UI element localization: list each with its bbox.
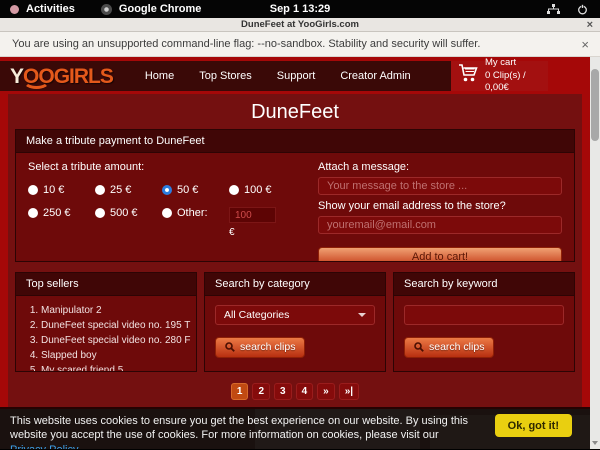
nav-item-support[interactable]: Support xyxy=(277,70,316,82)
top-seller-item[interactable]: My scared friend 5 xyxy=(41,363,196,372)
page-title: DuneFeet xyxy=(8,94,582,129)
radio-icon[interactable] xyxy=(28,208,38,218)
search-icon xyxy=(414,342,424,352)
logo-text-girls: GIRLS xyxy=(54,65,113,88)
top-seller-item[interactable]: DuneFeet special video no. 195 T xyxy=(41,318,196,333)
email-input[interactable] xyxy=(318,216,562,234)
amount-option-250[interactable]: 250 € xyxy=(28,207,95,238)
scrollbar[interactable] xyxy=(590,57,600,449)
cookie-text: This website uses cookies to ensure you … xyxy=(10,414,475,449)
email-label: Show your email address to the store? xyxy=(318,200,562,212)
page-button-1[interactable]: 1 xyxy=(231,383,249,400)
chevron-down-icon xyxy=(358,313,366,317)
message-label: Attach a message: xyxy=(318,161,562,173)
radio-icon[interactable] xyxy=(28,185,38,195)
page-button-4[interactable]: 4 xyxy=(296,383,314,400)
nav-item-home[interactable]: Home xyxy=(145,70,174,82)
logo-text-y: Y xyxy=(10,65,23,88)
window-title-bar: DuneFeet at YooGirls.com × xyxy=(0,18,600,32)
scrollbar-thumb[interactable] xyxy=(591,69,599,141)
amount-options: 10 € 25 € 50 € 100 € 250 € 500 € Other: … xyxy=(28,184,300,238)
header-spacer xyxy=(548,61,590,91)
page-button-last[interactable]: »| xyxy=(339,383,359,400)
amount-option-500[interactable]: 500 € xyxy=(95,207,162,238)
warning-text: You are using an unsupported command-lin… xyxy=(12,38,480,50)
radio-icon[interactable] xyxy=(95,208,105,218)
cart-icon xyxy=(458,64,479,88)
nav-item-top-stores[interactable]: Top Stores xyxy=(199,70,252,82)
category-select[interactable]: All Categories xyxy=(215,305,375,325)
radio-icon[interactable] xyxy=(95,185,105,195)
cart-summary: 0 Clip(s) / 0,00€ xyxy=(485,70,548,96)
search-clips-category-button[interactable]: search clips xyxy=(215,337,305,358)
cart-widget[interactable]: My cart 0 Clip(s) / 0,00€ xyxy=(451,61,548,91)
search-keyword-header: Search by keyword xyxy=(394,273,574,296)
scrollbar-down-arrow-icon[interactable] xyxy=(592,441,598,445)
site-logo[interactable]: YOOGIRLS xyxy=(10,66,113,87)
page-button-3[interactable]: 3 xyxy=(274,383,292,400)
main-container: DuneFeet Make a tribute payment to DuneF… xyxy=(8,94,582,408)
tribute-panel-header: Make a tribute payment to DuneFeet xyxy=(16,130,574,153)
search-keyword-panel: Search by keyword search clips xyxy=(393,272,575,372)
cookie-consent-bar: This website uses cookies to ensure you … xyxy=(0,409,590,449)
chrome-app-icon xyxy=(101,4,112,15)
warning-close-icon[interactable]: × xyxy=(581,37,589,52)
app-menu-button[interactable]: Google Chrome xyxy=(119,3,202,15)
top-sellers-header: Top sellers xyxy=(16,273,196,296)
logo-smile-icon xyxy=(23,73,50,89)
page-button-next[interactable]: » xyxy=(317,383,335,400)
top-sellers-list: Manipulator 2 DuneFeet special video no.… xyxy=(16,303,196,372)
top-seller-item[interactable]: DuneFeet special video no. 280 F xyxy=(41,333,196,348)
cart-title: My cart xyxy=(485,57,548,70)
clock[interactable]: Sep 1 13:29 xyxy=(270,3,331,15)
privacy-policy-link[interactable]: Privacy Policy xyxy=(10,444,78,449)
page-button-2[interactable]: 2 xyxy=(252,383,270,400)
power-icon[interactable] xyxy=(577,4,588,15)
message-input[interactable] xyxy=(318,177,562,195)
top-sellers-panel: Top sellers Manipulator 2 DuneFeet speci… xyxy=(15,272,197,372)
keyword-input[interactable] xyxy=(404,305,564,325)
currency-label: € xyxy=(229,227,296,238)
radio-checked-icon[interactable] xyxy=(162,185,172,195)
chrome-warning-bar: You are using an unsupported command-lin… xyxy=(0,32,600,57)
search-category-header: Search by category xyxy=(205,273,385,296)
search-category-panel: Search by category All Categories search… xyxy=(204,272,386,372)
activities-button[interactable]: Activities xyxy=(26,3,75,15)
top-seller-item[interactable]: Manipulator 2 xyxy=(41,303,196,318)
amount-option-25[interactable]: 25 € xyxy=(95,184,162,196)
page-body: YOOGIRLS Home Top Stores Support Creator… xyxy=(0,57,590,449)
amount-option-100[interactable]: 100 € xyxy=(229,184,296,196)
add-to-cart-button[interactable]: Add to cart! xyxy=(318,247,562,261)
main-nav: Home Top Stores Support Creator Admin xyxy=(145,70,411,82)
top-seller-item[interactable]: Slapped boy xyxy=(41,348,196,363)
amount-option-other[interactable]: Other: xyxy=(162,207,229,238)
amount-option-10[interactable]: 10 € xyxy=(28,184,95,196)
network-icon[interactable] xyxy=(547,4,560,15)
nav-item-creator-admin[interactable]: Creator Admin xyxy=(340,70,410,82)
window-close-icon[interactable]: × xyxy=(587,18,593,32)
window-title: DuneFeet at YooGirls.com xyxy=(241,19,359,30)
search-icon xyxy=(225,342,235,352)
amount-option-50[interactable]: 50 € xyxy=(162,184,229,196)
gnome-top-bar: Activities Google Chrome Sep 1 13:29 xyxy=(0,0,600,18)
radio-icon[interactable] xyxy=(229,185,239,195)
radio-icon[interactable] xyxy=(162,208,172,218)
site-header: YOOGIRLS Home Top Stores Support Creator… xyxy=(0,61,590,91)
other-amount-input[interactable] xyxy=(229,207,276,223)
tribute-panel: Make a tribute payment to DuneFeet Selec… xyxy=(15,129,575,262)
amount-label: Select a tribute amount: xyxy=(28,161,300,173)
browser-viewport: YOOGIRLS Home Top Stores Support Creator… xyxy=(0,57,600,449)
cookie-accept-button[interactable]: Ok, got it! xyxy=(495,414,572,437)
bottom-columns: Top sellers Manipulator 2 DuneFeet speci… xyxy=(15,272,575,372)
search-clips-keyword-button[interactable]: search clips xyxy=(404,337,494,358)
activities-indicator-icon xyxy=(10,5,19,14)
pagination: 1 2 3 4 » »| xyxy=(8,383,582,400)
